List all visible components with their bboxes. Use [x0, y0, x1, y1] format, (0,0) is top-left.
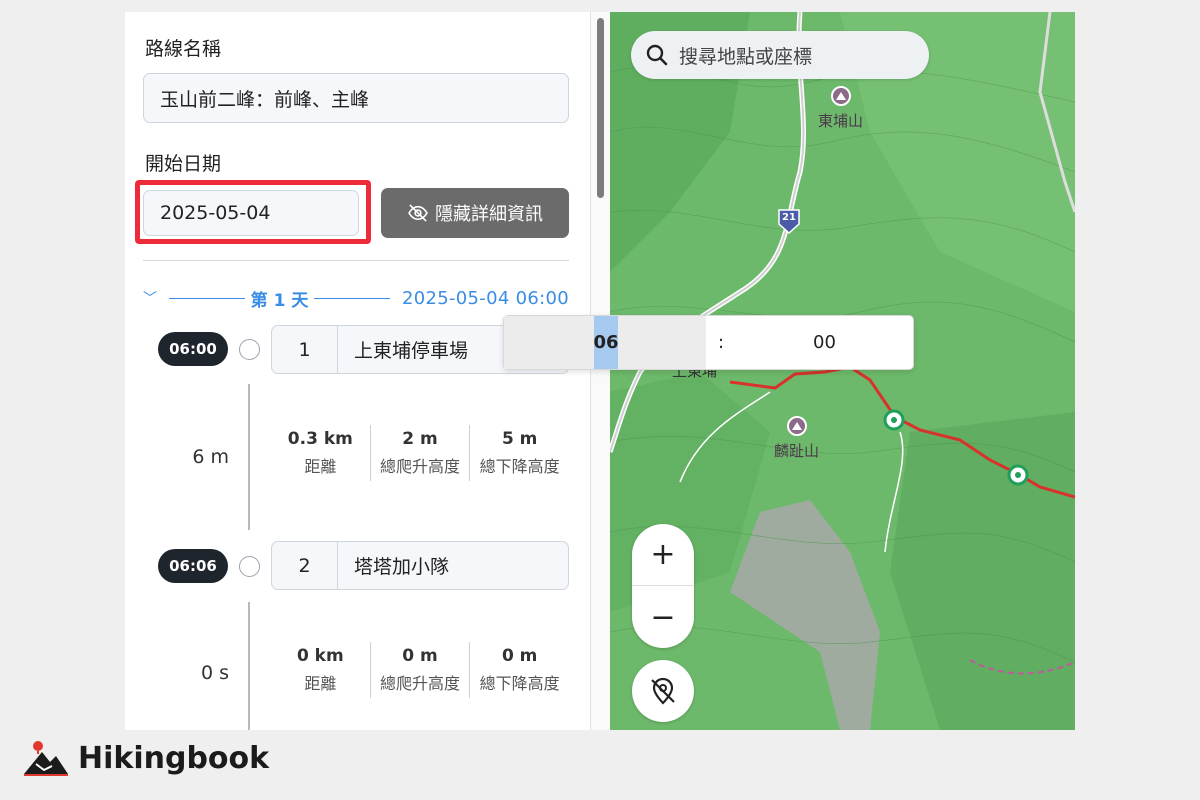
eye-off-icon	[408, 204, 428, 222]
day-datetime[interactable]: 2025-05-04 06:00	[402, 288, 569, 309]
day-rule-right	[314, 297, 390, 299]
start-date-label: 開始日期	[145, 153, 222, 175]
stat-label: 距離	[304, 457, 337, 476]
waypoint-number: 1	[272, 326, 338, 373]
topo-map[interactable]: 搜尋地點或座標 東埔山 麟趾山 上東埔 21 + −	[610, 12, 1075, 730]
segment-duration: 0 s	[200, 662, 229, 684]
map-search-placeholder: 搜尋地點或座標	[679, 45, 813, 68]
waypoint-time-badge[interactable]: 06:00	[158, 332, 228, 366]
map-search-bar[interactable]: 搜尋地點或座標	[631, 31, 929, 79]
timeline-line	[248, 384, 250, 530]
stat-descent: 5 m 總下降高度	[469, 425, 569, 481]
location-off-icon	[651, 677, 675, 705]
brand-name: Hikingbook	[78, 740, 270, 776]
hide-details-label: 隱藏詳細資訊	[435, 204, 543, 225]
search-icon	[646, 44, 668, 66]
mountain-icon	[786, 416, 807, 436]
peak-name: 麟趾山	[774, 442, 820, 460]
waypoint-radio[interactable]	[239, 339, 260, 360]
waypoint-row[interactable]: 2 塔塔加小隊	[271, 541, 569, 590]
segment-duration: 6 m	[192, 446, 229, 468]
peak-marker[interactable]: 麟趾山	[774, 416, 819, 461]
time-picker-popup: 06 : 00	[503, 315, 914, 370]
mountain-logo-icon	[24, 741, 68, 776]
stat-value: 2 m	[402, 429, 438, 449]
stat-distance: 0 km 距離	[271, 642, 370, 698]
stat-value: 0 m	[402, 646, 438, 666]
stat-value: 5 m	[501, 429, 538, 449]
time-picker-shade	[618, 316, 706, 369]
stat-distance: 0.3 km 距離	[271, 425, 370, 481]
zoom-out-button[interactable]: −	[632, 586, 694, 648]
stat-label: 總爬升高度	[380, 674, 461, 693]
chevron-down-icon[interactable]: ﹀	[143, 288, 163, 308]
route-editor-panel: 路線名稱 玉山前二峰：前峰、主峰 開始日期 2025-05-04 隱藏詳細資訊 …	[125, 12, 590, 730]
timeline-line	[248, 602, 250, 730]
stat-value: 0 km	[296, 646, 344, 666]
time-picker-hour[interactable]: 06	[593, 316, 619, 369]
stat-label: 總下降高度	[479, 457, 560, 476]
segment-stats: 0 km 距離 0 m 總爬升高度 0 m 總下降高度	[271, 642, 569, 698]
peak-marker[interactable]: 東埔山	[818, 86, 863, 131]
stat-label: 總下降高度	[479, 674, 560, 693]
day-header[interactable]: ﹀ 第 1 天 2025-05-04 06:00	[143, 286, 569, 311]
scroll-thumb[interactable]	[597, 18, 604, 198]
time-picker-shade	[504, 316, 594, 369]
stat-ascent: 0 m 總爬升高度	[369, 642, 470, 698]
hide-details-button[interactable]: 隱藏詳細資訊	[381, 188, 569, 238]
zoom-control: + −	[632, 524, 694, 648]
stat-ascent: 2 m 總爬升高度	[369, 425, 470, 481]
stat-descent: 0 m 總下降高度	[469, 642, 569, 698]
waypoint-radio[interactable]	[239, 556, 260, 577]
start-date-input[interactable]: 2025-05-04	[143, 190, 359, 236]
day-rule-left	[169, 297, 245, 299]
route-name-input[interactable]: 玉山前二峰：前峰、主峰	[143, 73, 569, 123]
panel-scrollbar[interactable]	[590, 12, 610, 730]
segment-stats: 0.3 km 距離 2 m 總爬升高度 5 m 總下降高度	[271, 425, 569, 481]
peak-name: 東埔山	[818, 112, 864, 130]
divider	[143, 260, 569, 261]
waypoint-number: 2	[272, 542, 338, 589]
stat-value: 0 m	[501, 646, 538, 666]
zoom-in-button[interactable]: +	[632, 524, 694, 586]
time-picker-minute[interactable]: 00	[736, 332, 913, 353]
location-off-button[interactable]	[632, 660, 694, 722]
stat-label: 距離	[304, 674, 337, 693]
brand-logo: Hikingbook	[22, 740, 269, 776]
mountain-icon	[830, 86, 851, 106]
stat-label: 總爬升高度	[380, 457, 461, 476]
time-picker-separator: :	[717, 332, 725, 353]
route-name-label: 路線名稱	[145, 38, 222, 60]
stat-value: 0.3 km	[287, 429, 353, 449]
day-label: 第 1 天	[250, 290, 309, 311]
waypoint-time-badge[interactable]: 06:06	[158, 549, 228, 583]
waypoint-name[interactable]: 上東埔停車場	[338, 336, 468, 363]
road-number: 21	[782, 212, 796, 223]
waypoint-name[interactable]: 塔塔加小隊	[338, 552, 449, 579]
